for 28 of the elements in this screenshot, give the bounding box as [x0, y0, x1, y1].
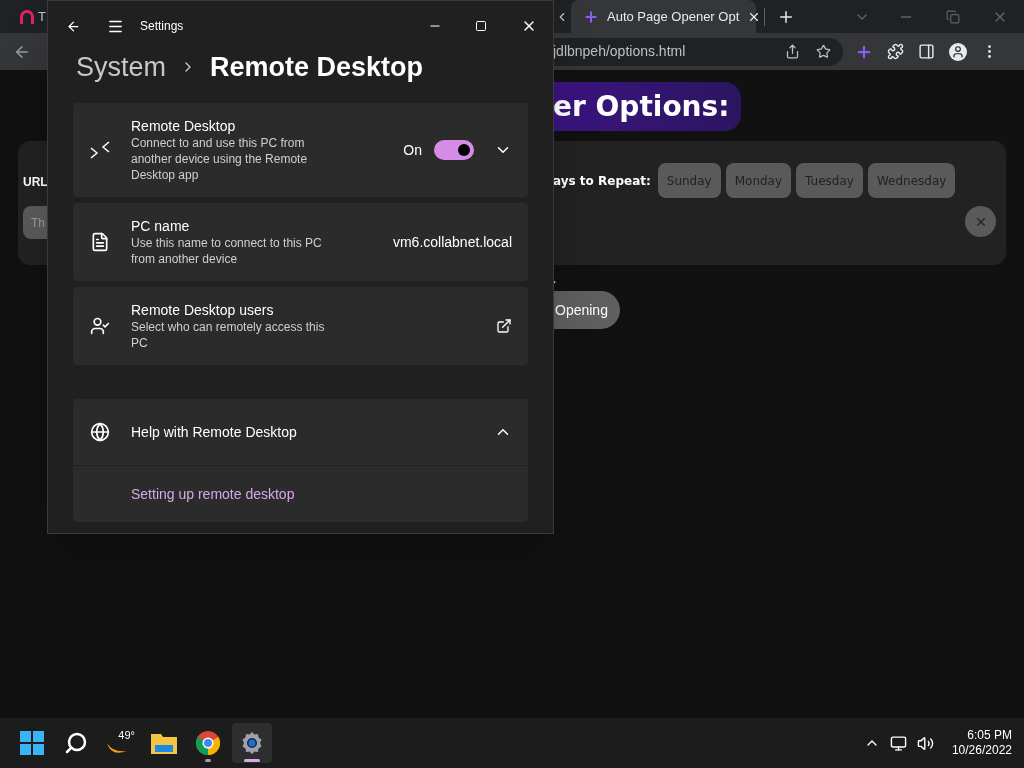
- setting-card[interactable]: Remote Desktop users Select who can remotely access this PC: [73, 287, 528, 365]
- setting-title: Remote Desktop users: [131, 301, 275, 319]
- help-expander[interactable]: Help with Remote Desktop: [73, 399, 528, 465]
- url-label: URL: [23, 174, 49, 191]
- setting-card[interactable]: Remote Desktop Connect to and use this PC from another device using the Remote Desktop app On: [73, 103, 528, 197]
- setting-title: PC name: [131, 217, 191, 235]
- browser-tab[interactable]: Auto Page Opener Opt: [571, 0, 756, 33]
- page-title: Remote Desktop: [210, 50, 424, 84]
- opening-button[interactable]: Opening: [553, 291, 620, 329]
- setting-description: Select who can remotely access this PC: [131, 319, 326, 351]
- setting-title: Remote Desktop: [131, 117, 237, 135]
- days-label: ays to Repeat:: [553, 172, 651, 190]
- help-link[interactable]: Setting up remote desktop: [131, 483, 528, 505]
- setting-description: Use this name to connect to this PC from another device: [131, 235, 323, 267]
- breadcrumb-parent[interactable]: System: [76, 46, 167, 88]
- taskbar-date[interactable]: 10/26/2022: [951, 743, 1012, 758]
- taskbar-time[interactable]: 6:05 PM: [967, 728, 1012, 743]
- page-text: .: [553, 273, 558, 285]
- setting-description: Connect to and use this PC from another device using the Remote Desktop app: [131, 135, 309, 183]
- setting-card[interactable]: PC name Use this name to connect to this PC from another device vm6.collabnet.local: [73, 203, 528, 281]
- page-heading: er Options:: [553, 82, 742, 131]
- browser-tab[interactable]: T: [0, 0, 47, 33]
- address-bar[interactable]: jdlbnpeh/options.html: [553, 37, 843, 66]
- weather-temperature: 49°: [118, 728, 135, 743]
- taskbar-app[interactable]: 49°: [100, 723, 140, 763]
- toggle-state-label: On: [403, 140, 422, 160]
- pc-name-value: vm6.collabnet.local: [392, 232, 512, 252]
- window-title: Settings: [140, 18, 184, 35]
